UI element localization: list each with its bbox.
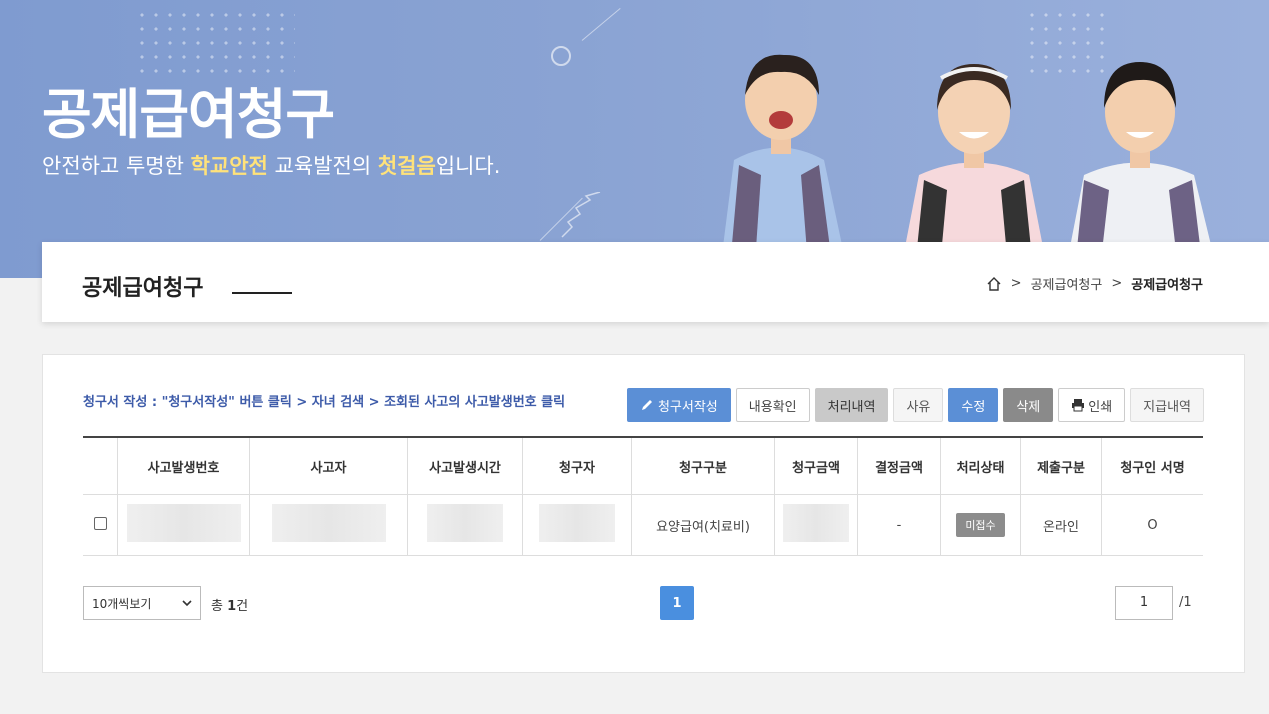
- column-header: 사고발생번호: [117, 436, 250, 495]
- decided-amount-cell: -: [857, 494, 941, 556]
- total-label: 총: [211, 599, 228, 614]
- subtitle-highlight: 학교안전: [190, 154, 268, 178]
- page-total: /1: [1179, 595, 1192, 610]
- toolbar: 청구서작성 내용확인 처리내역 사유 수정 삭제 인쇄 지급내역: [626, 388, 1204, 422]
- subtitle-highlight: 첫걸음: [377, 154, 436, 178]
- submit-type-cell: 온라인: [1020, 494, 1102, 556]
- accident-number-cell[interactable]: [117, 494, 250, 556]
- button-label: 인쇄: [1088, 399, 1113, 415]
- title-underline: [232, 292, 292, 294]
- status-badge: 미접수: [956, 513, 1005, 537]
- home-icon[interactable]: [986, 276, 1002, 292]
- subtitle-text: 교육발전의: [267, 154, 378, 178]
- per-page-value: 10개씩보기: [92, 596, 152, 611]
- breadcrumb-separator: >: [1111, 276, 1123, 291]
- column-header: [83, 436, 118, 495]
- masked-value: [427, 504, 503, 542]
- history-button[interactable]: 처리내역: [814, 388, 889, 422]
- breadcrumb-separator: >: [1010, 276, 1022, 291]
- row-checkbox[interactable]: [93, 516, 107, 530]
- column-header: 청구자: [522, 436, 632, 495]
- accident-time-cell: [407, 494, 523, 556]
- subtitle-text: 안전하고 투명한: [42, 154, 191, 178]
- page-title: 공제급여청구: [82, 276, 204, 301]
- pagination-bar: 10개씩보기 총 1건 1 1 /1: [83, 586, 1203, 622]
- payment-history-button[interactable]: 지급내역: [1130, 388, 1204, 422]
- masked-value: [783, 504, 849, 542]
- row-checkbox-cell: [83, 494, 118, 556]
- column-header: 청구금액: [774, 436, 858, 495]
- masked-value: [271, 504, 386, 542]
- column-header: 사고자: [249, 436, 408, 495]
- hero-title: 공제급여청구: [42, 83, 335, 146]
- column-header: 청구구분: [631, 436, 775, 495]
- claim-list-panel: 청구서 작성 : "청구서작성" 버튼 클릭 > 자녀 검색 > 조회된 사고의…: [42, 354, 1245, 673]
- status-cell: 미접수: [940, 494, 1021, 556]
- decorative-line: [581, 7, 621, 41]
- column-header: 결정금액: [857, 436, 941, 495]
- decorative-zigzag: [561, 192, 601, 238]
- subtitle-text: 입니다.: [435, 154, 501, 178]
- decorative-circle: [551, 46, 571, 66]
- reason-button[interactable]: 사유: [893, 388, 944, 422]
- chevron-down-icon: [182, 600, 192, 607]
- column-header: 처리상태: [940, 436, 1021, 495]
- claim-type-cell: 요양급여(치료비): [631, 494, 775, 556]
- victim-cell: [249, 494, 408, 556]
- button-label: 청구서작성: [657, 399, 718, 415]
- view-content-button[interactable]: 내용확인: [735, 388, 810, 422]
- masked-value: [539, 504, 615, 542]
- edit-button[interactable]: 수정: [948, 388, 999, 422]
- delete-button[interactable]: 삭제: [1003, 388, 1054, 422]
- total-number: 1: [227, 599, 237, 614]
- breadcrumb: > 공제급여청구 > 공제급여청구: [986, 274, 1203, 293]
- signature-cell: O: [1101, 494, 1203, 556]
- title-card: 공제급여청구 > 공제급여청구 > 공제급여청구: [42, 242, 1269, 322]
- print-button[interactable]: 인쇄: [1058, 388, 1126, 422]
- hero-banner: 공제급여청구 안전하고 투명한 학교안전 교육발전의 첫걸음입니다.: [0, 0, 1269, 278]
- write-claim-button[interactable]: 청구서작성: [626, 388, 731, 422]
- hero-subtitle: 안전하고 투명한 학교안전 교육발전의 첫걸음입니다.: [42, 150, 500, 180]
- page-input[interactable]: 1: [1115, 586, 1173, 620]
- printer-icon: [1072, 399, 1085, 412]
- masked-value: [126, 504, 241, 542]
- table-header-row: 사고발생번호 사고자 사고발생시간 청구자 청구구분 청구금액 결정금액 처리상…: [83, 436, 1203, 495]
- column-header: 사고발생시간: [407, 436, 523, 495]
- total-unit: 건: [236, 599, 249, 614]
- claim-amount-cell: [774, 494, 858, 556]
- column-header: 제출구분: [1020, 436, 1102, 495]
- decorative-dots: [135, 8, 295, 78]
- column-header: 청구인 서명: [1101, 436, 1203, 495]
- breadcrumb-item[interactable]: 공제급여청구: [1031, 274, 1103, 293]
- claim-table: 사고발생번호 사고자 사고발생시간 청구자 청구구분 청구금액 결정금액 처리상…: [83, 436, 1203, 556]
- total-count: 총 1건: [211, 595, 248, 614]
- guide-text: 청구서 작성 : "청구서작성" 버튼 클릭 > 자녀 검색 > 조회된 사고의…: [83, 395, 566, 410]
- claimant-cell: [522, 494, 632, 556]
- breadcrumb-current: 공제급여청구: [1131, 278, 1203, 293]
- table-row[interactable]: 요양급여(치료비) - 미접수 온라인 O: [83, 494, 1203, 556]
- per-page-select[interactable]: 10개씩보기: [83, 586, 201, 620]
- page-button-current[interactable]: 1: [660, 586, 694, 620]
- pencil-icon: [641, 400, 652, 410]
